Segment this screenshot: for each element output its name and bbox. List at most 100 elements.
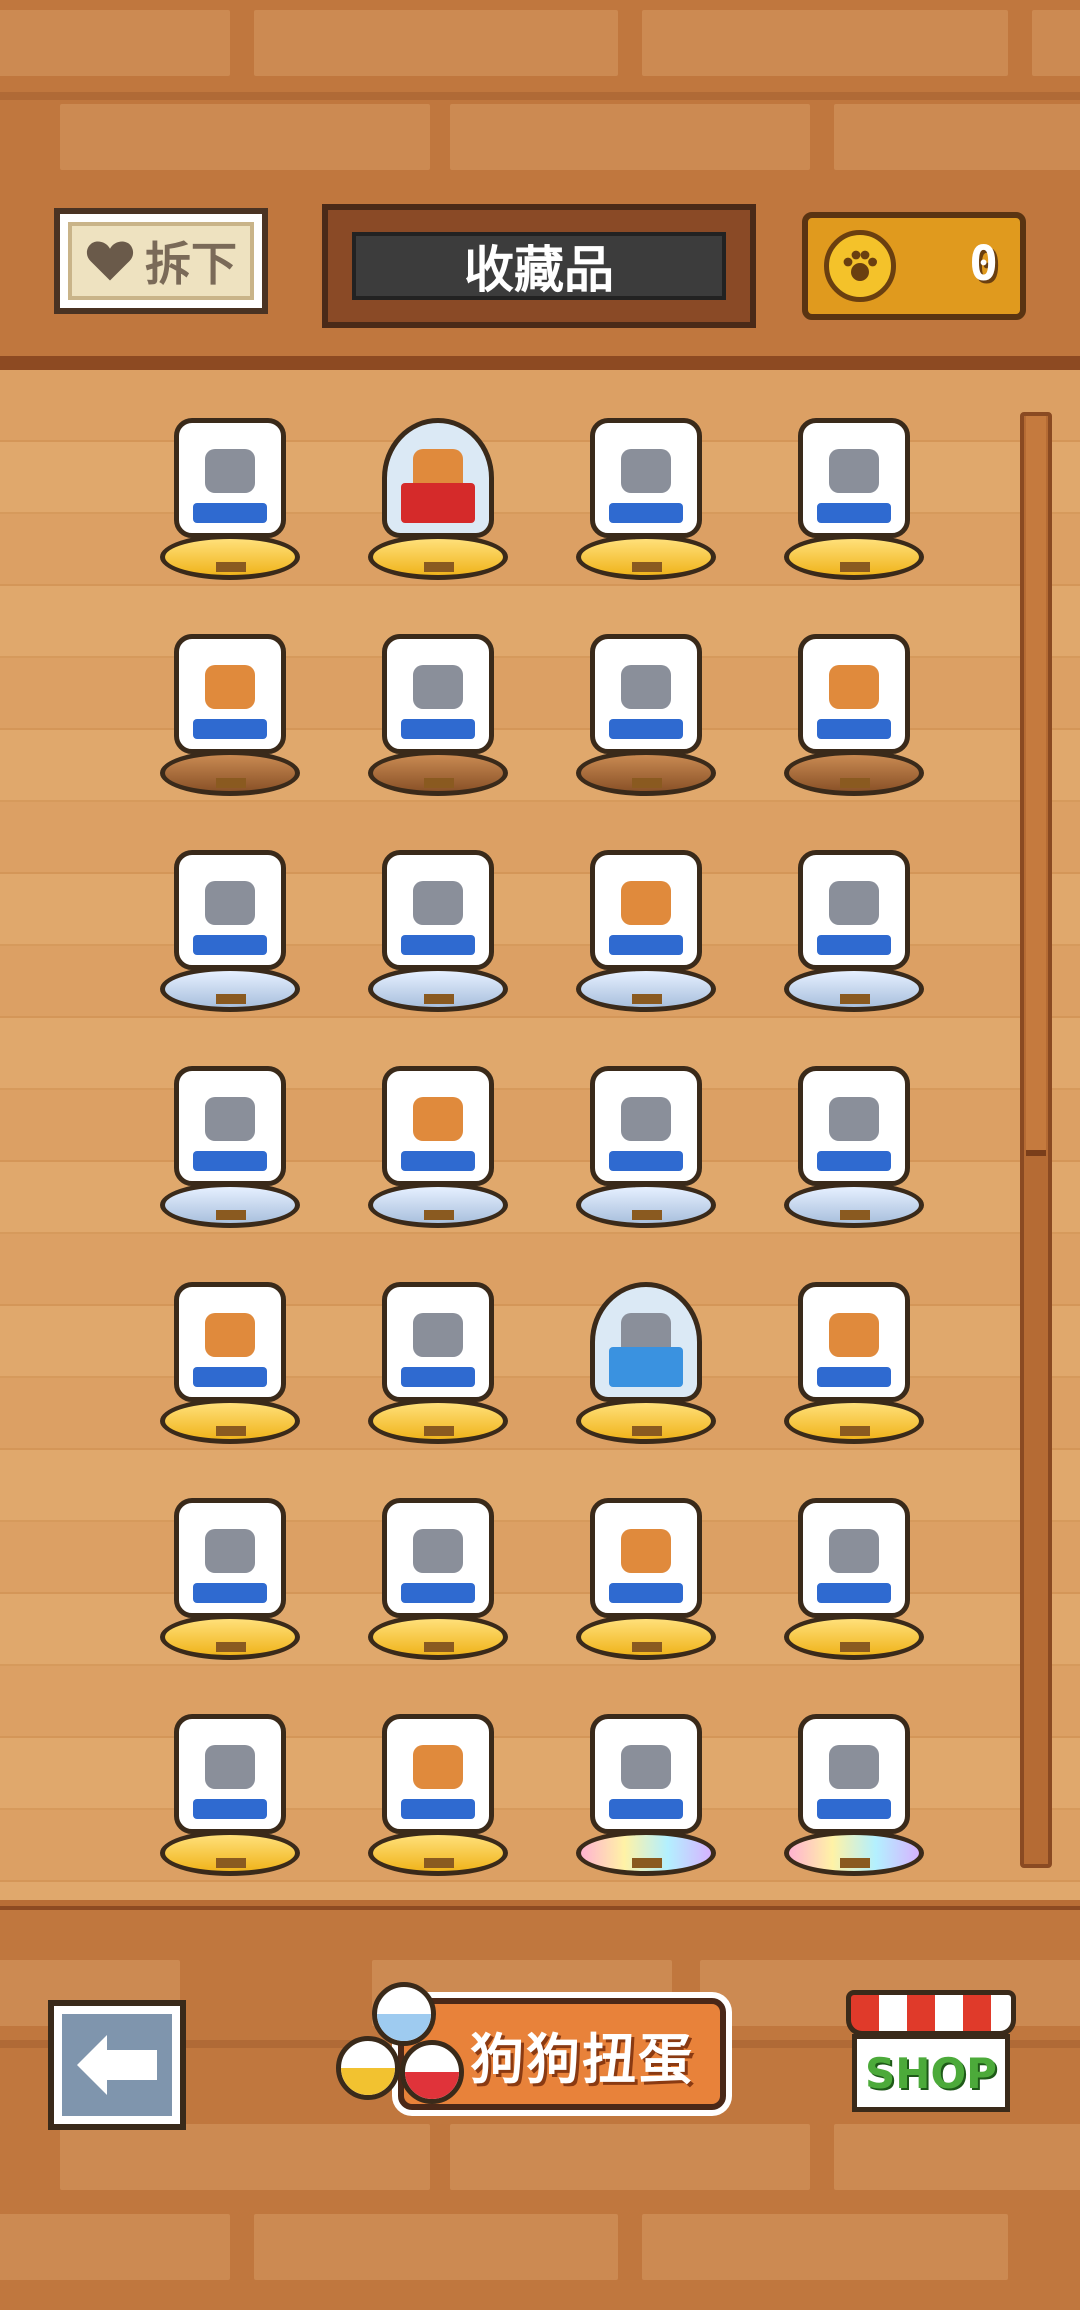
collectible-item[interactable] bbox=[754, 1470, 954, 1670]
collectible-item[interactable] bbox=[338, 1470, 538, 1670]
figurine bbox=[798, 418, 910, 538]
collectible-item[interactable] bbox=[130, 1038, 330, 1238]
figurine bbox=[174, 418, 286, 538]
page-title-frame: 收藏品 bbox=[322, 204, 756, 328]
pedestal-wood bbox=[784, 750, 924, 796]
collectible-item[interactable] bbox=[754, 1038, 954, 1238]
dog-figure-icon bbox=[829, 881, 879, 925]
heart-icon bbox=[86, 241, 134, 281]
collectible-item[interactable] bbox=[130, 1686, 330, 1886]
collectible-item[interactable] bbox=[130, 390, 330, 590]
figurine bbox=[174, 634, 286, 754]
pedestal-silver bbox=[368, 966, 508, 1012]
collectible-item[interactable] bbox=[754, 390, 954, 590]
dog-figure-icon bbox=[829, 449, 879, 493]
dog-figure-icon bbox=[829, 665, 879, 709]
collectible-item[interactable] bbox=[546, 606, 746, 806]
collectible-item[interactable] bbox=[546, 390, 746, 590]
pedestal-rainbow bbox=[576, 1830, 716, 1876]
pedestal-silver bbox=[784, 966, 924, 1012]
pedestal-gold bbox=[368, 1830, 508, 1876]
pedestal-gold bbox=[368, 1614, 508, 1660]
scrollbar-thumb[interactable] bbox=[1026, 416, 1046, 1156]
collectible-item[interactable] bbox=[546, 1254, 746, 1454]
figurine bbox=[382, 1066, 494, 1186]
collectible-item[interactable] bbox=[546, 822, 746, 1022]
dog-figure-icon bbox=[829, 1529, 879, 1573]
coin-count: 0 bbox=[969, 236, 998, 292]
gacha-button[interactable]: 狗狗扭蛋 bbox=[318, 1978, 726, 2124]
dog-figure-icon bbox=[621, 665, 671, 709]
collectible-item[interactable] bbox=[546, 1470, 746, 1670]
pedestal-gold bbox=[160, 1830, 300, 1876]
collectible-item[interactable] bbox=[546, 1686, 746, 1886]
figurine bbox=[590, 418, 702, 538]
figurine bbox=[798, 1066, 910, 1186]
dog-figure-icon bbox=[829, 1313, 879, 1357]
dog-figure-icon bbox=[205, 449, 255, 493]
figurine bbox=[798, 850, 910, 970]
collectible-item[interactable] bbox=[338, 390, 538, 590]
capsule-icon bbox=[336, 2036, 400, 2100]
figurine bbox=[174, 1282, 286, 1402]
dog-figure-icon bbox=[413, 665, 463, 709]
unequip-button[interactable]: 拆下 bbox=[54, 208, 268, 314]
figurine bbox=[798, 1498, 910, 1618]
pedestal-silver bbox=[368, 1182, 508, 1228]
dog-figure-icon bbox=[413, 881, 463, 925]
shop-button[interactable]: SHOP bbox=[846, 1990, 1016, 2120]
collectible-item[interactable] bbox=[754, 606, 954, 806]
paw-coin-icon bbox=[824, 230, 896, 302]
collectible-item[interactable] bbox=[754, 1254, 954, 1454]
dog-figure-icon bbox=[829, 1097, 879, 1141]
collectible-item[interactable] bbox=[130, 822, 330, 1022]
collectible-item[interactable] bbox=[754, 822, 954, 1022]
pedestal-wood bbox=[576, 750, 716, 796]
pedestal-gold bbox=[784, 1614, 924, 1660]
scrollbar[interactable] bbox=[1020, 412, 1052, 1868]
collectible-item[interactable] bbox=[130, 1254, 330, 1454]
collectible-item[interactable] bbox=[338, 606, 538, 806]
collectible-item[interactable] bbox=[338, 1254, 538, 1454]
pedestal-silver bbox=[576, 966, 716, 1012]
pedestal-rainbow bbox=[784, 1830, 924, 1876]
collectible-item[interactable] bbox=[338, 822, 538, 1022]
pedestal-gold bbox=[368, 1398, 508, 1444]
back-button[interactable] bbox=[48, 2000, 186, 2130]
dog-figure-icon bbox=[205, 1313, 255, 1357]
pedestal-gold bbox=[160, 1614, 300, 1660]
collectible-item[interactable] bbox=[130, 606, 330, 806]
collectible-item[interactable] bbox=[338, 1038, 538, 1238]
dog-figure-icon bbox=[413, 1529, 463, 1573]
dog-figure-icon bbox=[413, 1097, 463, 1141]
pedestal-wood bbox=[160, 750, 300, 796]
dog-figure-icon bbox=[205, 881, 255, 925]
pedestal-gold bbox=[576, 1398, 716, 1444]
collectible-item[interactable] bbox=[754, 1686, 954, 1886]
dog-figure-icon bbox=[205, 1097, 255, 1141]
figurine bbox=[590, 850, 702, 970]
figurine bbox=[590, 1282, 702, 1402]
unequip-label: 拆下 bbox=[145, 237, 237, 291]
pedestal-silver bbox=[160, 1182, 300, 1228]
collectible-item[interactable] bbox=[546, 1038, 746, 1238]
dog-figure-icon bbox=[621, 449, 671, 493]
figurine bbox=[382, 1282, 494, 1402]
pedestal-gold bbox=[784, 534, 924, 580]
collectible-item[interactable] bbox=[130, 1470, 330, 1670]
collectible-item[interactable] bbox=[338, 1686, 538, 1886]
capsule-icon bbox=[400, 2040, 464, 2104]
pedestal-gold bbox=[784, 1398, 924, 1444]
shelf-top-edge bbox=[0, 356, 1080, 370]
pedestal-gold bbox=[576, 1614, 716, 1660]
capsule-icon bbox=[372, 1982, 436, 2046]
figurine bbox=[382, 634, 494, 754]
pedestal-gold bbox=[368, 534, 508, 580]
dog-figure-icon bbox=[413, 1313, 463, 1357]
figurine bbox=[590, 634, 702, 754]
dog-figure-icon bbox=[829, 1745, 879, 1789]
pedestal-gold bbox=[576, 534, 716, 580]
figurine bbox=[382, 1498, 494, 1618]
dog-figure-icon bbox=[205, 1529, 255, 1573]
figurine bbox=[382, 850, 494, 970]
